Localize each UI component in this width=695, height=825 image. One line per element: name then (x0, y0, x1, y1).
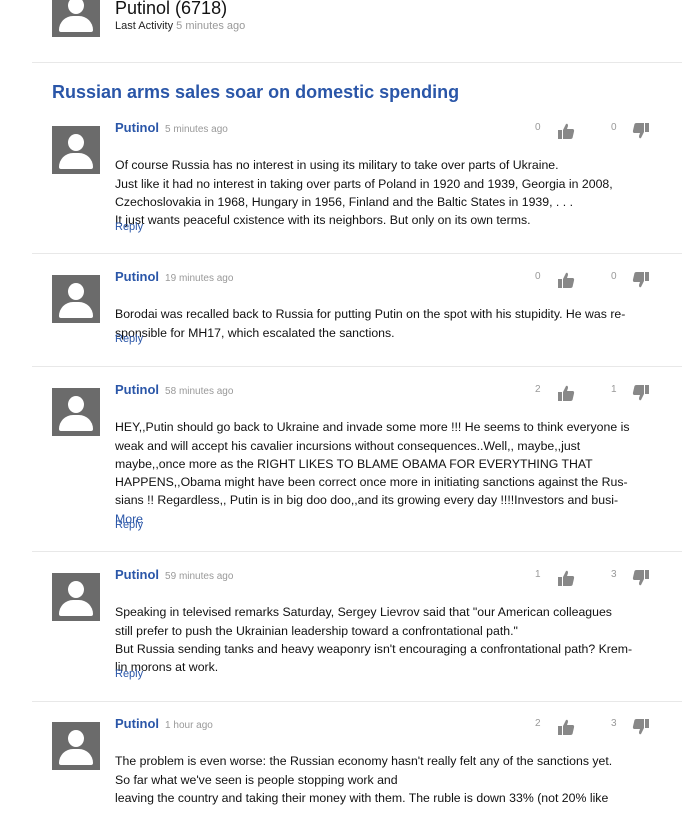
avatar-icon[interactable] (52, 722, 100, 770)
profile-avatar-icon[interactable] (52, 0, 100, 37)
like-count: 2 (535, 384, 541, 395)
comment-text: Of course Russia has no interest in usin… (115, 158, 613, 228)
last-activity-label: Last Activity (115, 20, 174, 32)
divider (32, 366, 682, 367)
avatar-icon[interactable] (52, 275, 100, 323)
dislike-count: 1 (611, 384, 617, 395)
comment-author[interactable]: Putinol (115, 567, 159, 582)
comment-body: Speaking in televised remarks Saturday, … (115, 585, 663, 695)
comment-timestamp: 58 minutes ago (165, 386, 234, 397)
divider (32, 551, 682, 552)
profile-name[interactable]: Putinol (6718) (115, 0, 227, 19)
avatar-icon[interactable] (52, 126, 100, 174)
like-count: 2 (535, 718, 541, 729)
dislike-count: 3 (611, 718, 617, 729)
comment-body: HEY,,Putin should go back to Ukraine and… (115, 400, 663, 546)
comment-text: HEY,,Putin should go back to Ukraine and… (115, 420, 630, 508)
comment-author[interactable]: Putinol (115, 716, 159, 731)
last-activity: Last Activity 5 minutes ago (115, 20, 245, 32)
comment-timestamp: 59 minutes ago (165, 571, 234, 582)
divider (32, 253, 682, 254)
divider (32, 62, 682, 63)
comment-author-link[interactable]: Putinol 59 minutes ago (115, 567, 233, 582)
like-count: 1 (535, 569, 541, 580)
comment-text: The problem is even worse: the Russian e… (115, 754, 613, 805)
dislike-count: 3 (611, 569, 617, 580)
comment-timestamp: 1 hour ago (165, 720, 213, 731)
like-count: 0 (535, 271, 541, 282)
comment-text: Speaking in televised remarks Saturday, … (115, 605, 633, 675)
comment-author-link[interactable]: Putinol 58 minutes ago (115, 382, 233, 397)
dislike-count: 0 (611, 122, 617, 133)
divider (32, 701, 682, 702)
last-activity-time: 5 minutes ago (176, 20, 246, 32)
comment-author-link[interactable]: Putinol 19 minutes ago (115, 269, 233, 284)
avatar-icon[interactable] (52, 388, 100, 436)
reply-link[interactable]: Reply (115, 221, 143, 233)
comment-body: The problem is even worse: the Russian e… (115, 734, 663, 825)
reply-link[interactable]: Reply (115, 668, 143, 680)
comment-author[interactable]: Putinol (115, 120, 159, 135)
like-count: 0 (535, 122, 541, 133)
more-link[interactable]: More (115, 510, 663, 528)
reply-link[interactable]: Reply (115, 519, 143, 531)
reply-link[interactable]: Reply (115, 333, 143, 345)
comment-body: Borodai was recalled back to Russia for … (115, 287, 663, 360)
comment-author[interactable]: Putinol (115, 269, 159, 284)
comment-timestamp: 5 minutes ago (165, 124, 228, 135)
comment-timestamp: 19 minutes ago (165, 273, 234, 284)
article-title-link[interactable]: Russian arms sales soar on domestic spen… (52, 82, 459, 103)
avatar-icon[interactable] (52, 573, 100, 621)
dislike-count: 0 (611, 271, 617, 282)
comment-text: Borodai was recalled back to Russia for … (115, 307, 626, 340)
comment-author[interactable]: Putinol (115, 382, 159, 397)
comment-body: Of course Russia has no interest in usin… (115, 138, 663, 248)
comment-author-link[interactable]: Putinol 1 hour ago (115, 716, 213, 731)
comment-author-link[interactable]: Putinol 5 minutes ago (115, 120, 228, 135)
